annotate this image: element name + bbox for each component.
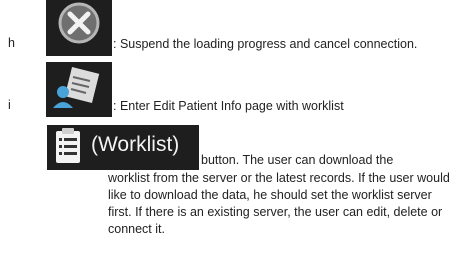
worklist-inline-text: button. The user can download the [201, 153, 394, 167]
worklist-button-image: (Worklist) [47, 125, 199, 170]
list-letter-h: h [8, 36, 15, 50]
worklist-paragraph-line: worklist from the server or the latest r… [108, 171, 450, 185]
clipboard-list-icon [56, 128, 80, 163]
worklist-paragraph-line: like to download the data, he should set… [108, 188, 432, 202]
worklist-paragraph-line: connect it. [108, 222, 165, 236]
worklist-paragraph-line: first. If there is an existing server, t… [108, 205, 443, 219]
edit-patient-info-icon [46, 62, 112, 117]
cancel-icon [46, 0, 112, 56]
edit-patient-info-description: : Enter Edit Patient Info page with work… [113, 99, 344, 113]
worklist-paragraph: worklist from the server or the latest r… [108, 170, 458, 238]
list-letter-i: i [8, 98, 11, 112]
worklist-label: (Worklist) [91, 133, 180, 156]
cancel-description: : Suspend the loading progress and cance… [113, 37, 418, 51]
